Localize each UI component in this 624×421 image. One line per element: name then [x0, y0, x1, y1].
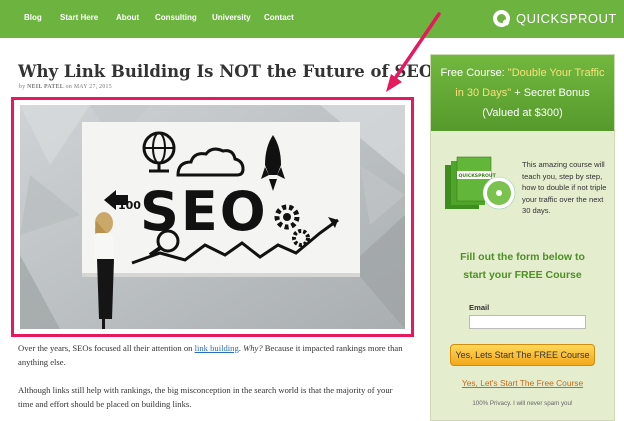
course-description: This amazing course will teach you, step… [522, 160, 607, 216]
byline-prefix: by [19, 84, 28, 90]
hero-small-text: 100 [118, 199, 141, 212]
course-product-image: QUICKSPROUT [445, 156, 516, 210]
start-course-button[interactable]: Yes, Lets Start The FREE Course [450, 344, 595, 366]
hero-image: 100 SEO [20, 105, 405, 329]
nav-item-blog[interactable]: Blog [24, 13, 42, 22]
article-paragraph-2: Although links still help with rankings,… [18, 385, 393, 409]
link-building-link[interactable]: link building [195, 343, 239, 353]
header-prefix: Free Course: [440, 67, 508, 79]
header-bonus: + Secret Bonus [511, 87, 590, 99]
product-brand-text: QUICKSPROUT [459, 173, 497, 179]
nav-item-start-here[interactable]: Start Here [60, 13, 98, 22]
logo-text: QUICKSPROUT [516, 10, 617, 26]
byline-author[interactable]: NEIL PATEL [27, 84, 64, 90]
form-heading-line-2: start your FREE Course [463, 269, 582, 281]
sidebar-header-line-1: Free Course: "Double Your Traffic [431, 67, 614, 79]
sidebar-header-line-2: in 30 Days" + Secret Bonus [431, 87, 614, 99]
privacy-note: 100% Privacy. I will never spam you! [472, 400, 573, 407]
nav-item-contact[interactable]: Contact [264, 13, 294, 22]
seo-illustration: 100 SEO [20, 105, 405, 329]
article-title[interactable]: Why Link Building Is NOT the Future of S… [18, 62, 433, 81]
sidebar-header-line-3: (Valued at $300) [482, 107, 563, 119]
header-quote-2: in 30 Days" [455, 87, 512, 99]
start-course-link[interactable]: Yes, Let's Start The Free Course [431, 378, 614, 388]
form-heading-line-1: Fill out the form below to [460, 251, 585, 263]
quicksprout-logo[interactable]: QUICKSPROUT [493, 8, 617, 28]
p1-italic-why: Why? [243, 343, 263, 353]
nav-item-about[interactable]: About [116, 13, 139, 22]
logo-q-icon [493, 9, 510, 27]
email-label: Email [469, 303, 490, 312]
hero-seo-text: SEO [140, 180, 268, 243]
article-paragraph-1: Over the years, SEOs focused all their a… [18, 341, 403, 369]
top-nav: Blog Start Here About Consulting Univers… [0, 0, 624, 38]
nav-item-consulting[interactable]: Consulting [155, 13, 197, 22]
free-course-sidebar: Free Course: "Double Your Traffic in 30 … [430, 54, 615, 421]
hero-image-highlight-frame: 100 SEO [11, 97, 414, 337]
article-byline: by NEIL PATEL on MAY 27, 2015 [19, 84, 112, 90]
p1-text-start: Over the years, SEOs focused all their a… [18, 343, 195, 353]
sidebar-header: Free Course: "Double Your Traffic in 30 … [431, 55, 614, 131]
byline-date: on MAY 27, 2015 [63, 84, 112, 90]
header-quote-1: "Double Your Traffic [507, 67, 605, 79]
email-field[interactable] [469, 315, 586, 329]
nav-item-university[interactable]: University [212, 13, 251, 22]
